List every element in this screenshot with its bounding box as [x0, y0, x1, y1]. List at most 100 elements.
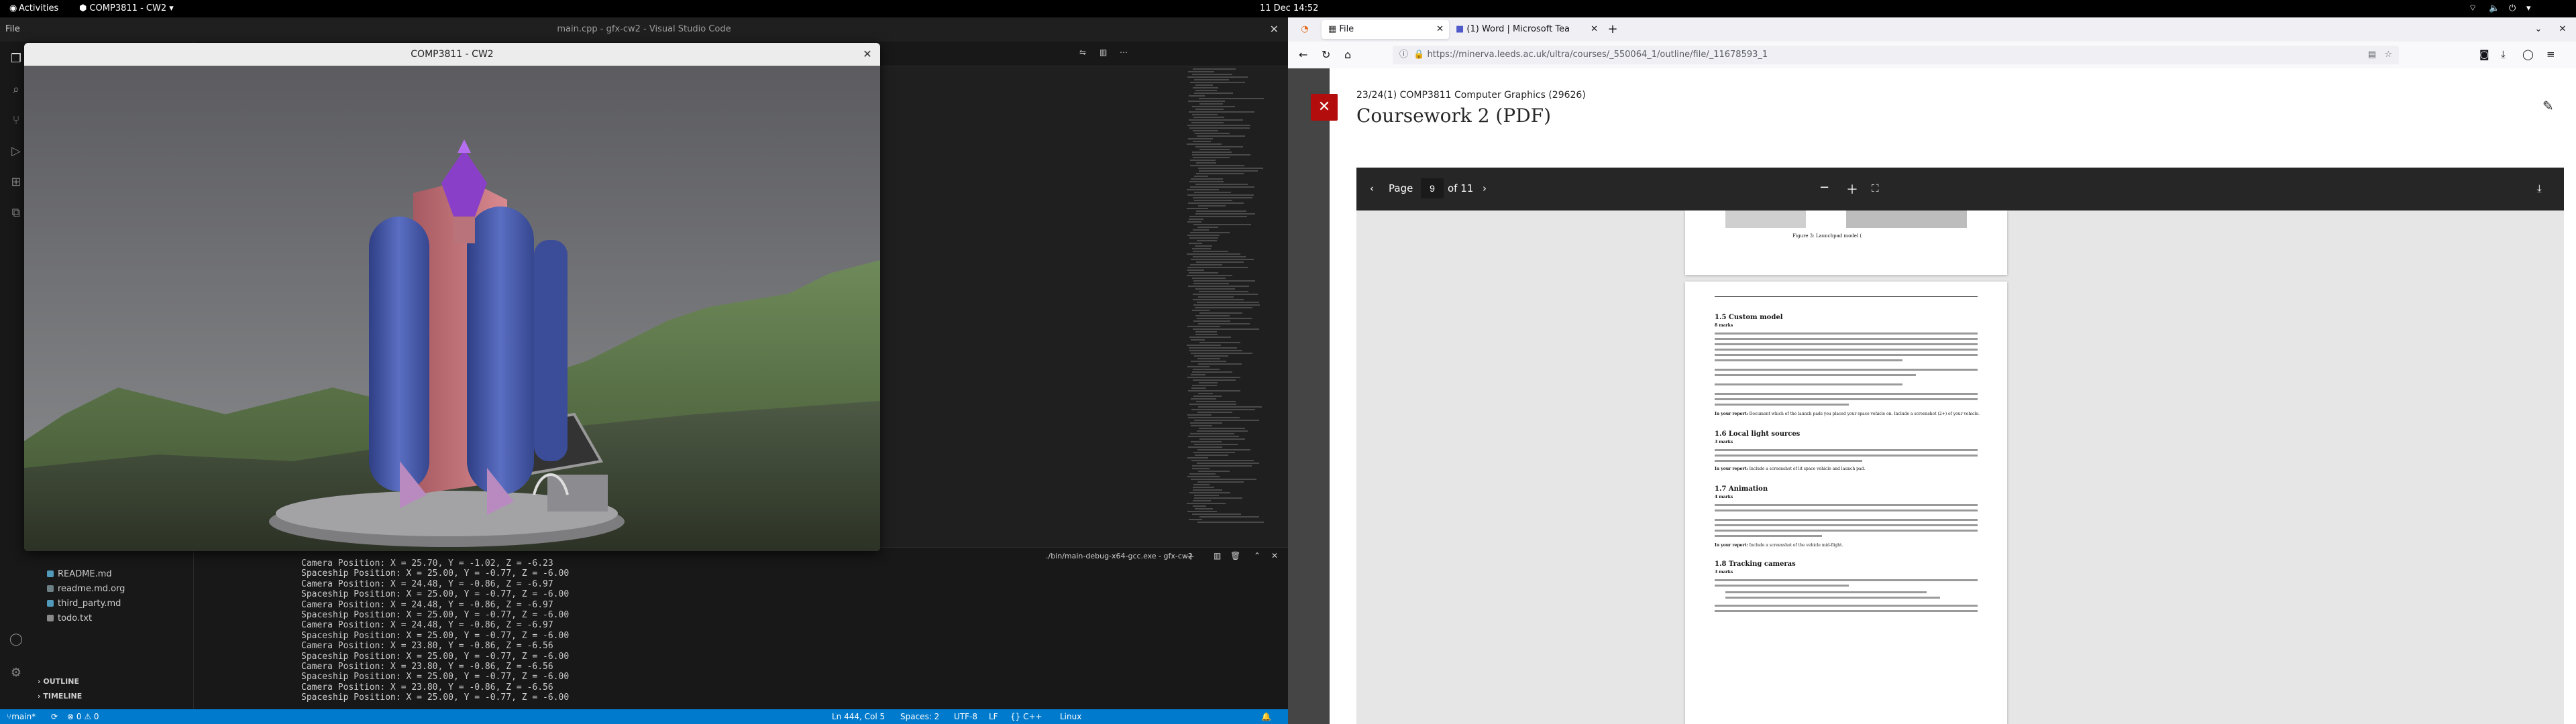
settings-gear-icon[interactable]: ⚙ — [8, 665, 24, 681]
opengl-titlebar[interactable]: COMP3811 - CW2 ✕ — [24, 43, 880, 66]
firefox-view-icon[interactable]: ◔ — [1293, 20, 1316, 39]
cursor-position[interactable]: Ln 444, Col 5 — [832, 709, 885, 724]
page-number-input[interactable] — [1421, 178, 1444, 198]
run-debug-icon[interactable]: ▷ — [8, 143, 24, 160]
download-pdf-icon[interactable]: ⤓ — [2537, 182, 2542, 194]
volume-icon[interactable]: 🔈 — [2489, 0, 2500, 17]
list-all-tabs-icon[interactable]: ⌄ — [2529, 20, 2548, 39]
extensions-icon[interactable]: ⊞ — [8, 174, 24, 190]
report-label: In your report: — [1715, 543, 1748, 548]
vscode-close-icon[interactable]: ✕ — [1270, 23, 1279, 36]
home-button[interactable]: ⌂ — [1344, 48, 1351, 61]
close-panel-icon[interactable]: ✕ — [1271, 551, 1278, 560]
app-menu-icon[interactable]: ≡ — [2546, 48, 2555, 60]
bookmark-star-icon[interactable]: ☆ — [2384, 46, 2392, 64]
more-actions-icon[interactable]: ⋯ — [1120, 48, 1128, 57]
text-line — [1715, 338, 1978, 340]
minimap-line — [1195, 331, 1217, 333]
rendered-3d-scene[interactable] — [24, 66, 880, 551]
minimap-line — [1189, 404, 1236, 405]
search-icon[interactable]: ⌕ — [8, 82, 24, 98]
split-editor-icon[interactable]: ⇋ — [1079, 48, 1086, 57]
terminal-line: Spaceship Position: X = 25.00, Y = -0.77… — [301, 692, 570, 703]
branch-status[interactable]: ⑂ main* — [7, 709, 36, 724]
minimap-line — [1187, 76, 1248, 78]
terminal-line: Camera Position: X = 24.48, Y = -0.86, Z… — [301, 620, 553, 631]
close-document-button[interactable]: ✕ — [1311, 94, 1338, 121]
tab-close-icon[interactable]: ✕ — [1436, 20, 1444, 39]
reader-view-icon[interactable]: ▤ — [2368, 46, 2376, 64]
remote-icon[interactable]: ⧉ — [8, 205, 24, 221]
terminal-output[interactable]: Camera Position: X = 25.70, Y = -1.02, Z… — [301, 558, 569, 703]
toggle-panel-icon[interactable]: ▥ — [1099, 48, 1107, 57]
window-close-icon[interactable]: ✕ — [2553, 20, 2572, 39]
minimap-line — [1187, 476, 1220, 477]
maximize-panel-icon[interactable]: ⌃ — [1254, 551, 1260, 560]
indentation-status[interactable]: Spaces: 2 — [900, 709, 939, 724]
next-page-icon[interactable]: › — [1483, 182, 1487, 194]
minimap-line — [1189, 95, 1205, 97]
minimap-line — [1189, 243, 1202, 244]
site-info-icon[interactable]: ⓘ — [1399, 50, 1411, 60]
app-menu[interactable]: ⬢ COMP3811 - CW2 ▾ — [79, 0, 174, 17]
minimap-line — [1191, 353, 1252, 354]
back-button[interactable]: ← — [1299, 48, 1307, 61]
pdf-viewer[interactable]: Figure 3: Launchpad model ( 1.5 Custom m… — [1356, 210, 2564, 724]
minimap-line — [1195, 146, 1243, 147]
file-third-party[interactable]: third_party.md — [47, 597, 121, 611]
minimap-line — [1192, 468, 1210, 469]
new-terminal-icon[interactable]: ＋ — [1187, 551, 1195, 562]
terminal-panel[interactable]: ./bin/main-debug-x64-gcc.exe - gfx-cw2 ＋… — [194, 547, 1288, 710]
kill-terminal-icon[interactable]: 🗑 — [1230, 551, 1240, 560]
opengl-close-icon[interactable]: ✕ — [861, 48, 873, 60]
timeline-section[interactable]: › TIMELINE — [38, 689, 82, 704]
pocket-icon[interactable]: ◙ — [2479, 48, 2489, 60]
language-status[interactable]: {} C++ — [1010, 709, 1042, 724]
sync-icon[interactable]: ⟳ — [51, 709, 58, 724]
clock[interactable]: 11 Dec 14:52 — [1260, 0, 1318, 17]
terminal-line: Spaceship Position: X = 25.00, Y = -0.77… — [301, 630, 570, 641]
fullscreen-icon[interactable]: ⛶ — [1872, 182, 1879, 194]
ai-assist-icon[interactable]: ✎ — [2542, 98, 2554, 114]
minimap-line — [1189, 219, 1203, 220]
file-readme[interactable]: README.md — [47, 567, 112, 582]
problems-status[interactable]: ⊗ 0 ⚠ 0 — [67, 709, 99, 724]
minimap[interactable] — [1187, 68, 1274, 538]
new-tab-button[interactable]: + — [1603, 20, 1622, 39]
minimap-line — [1190, 422, 1222, 424]
account-icon[interactable]: ◯ — [8, 631, 24, 648]
section-heading: 1.5 Custom model — [1715, 314, 1783, 321]
explorer-icon[interactable]: ❐ — [8, 51, 24, 67]
terminal-title[interactable]: ./bin/main-debug-x64-gcc.exe - gfx-cw2 — [1046, 552, 1193, 560]
notifications-bell-icon[interactable]: 🔔 — [1261, 709, 1271, 724]
outline-section[interactable]: › OUTLINE — [38, 674, 79, 689]
zoom-in-icon[interactable]: ＋ — [1846, 180, 1858, 198]
system-menu-arrow[interactable]: ▾ — [2526, 0, 2531, 17]
os-status[interactable]: Linux — [1060, 709, 1081, 724]
source-control-icon[interactable]: ⑂ — [8, 113, 24, 129]
eol-status[interactable]: LF — [989, 709, 998, 724]
app-menu-label: COMP3811 - CW2 ▾ — [89, 3, 174, 13]
file-todo[interactable]: todo.txt — [47, 611, 92, 626]
account-icon[interactable]: ◯ — [2522, 48, 2534, 60]
tab-close-icon[interactable]: ✕ — [1591, 20, 1598, 39]
reload-button[interactable]: ↻ — [1322, 48, 1330, 61]
file-readme-org[interactable]: readme.md.org — [47, 582, 125, 597]
tab-teams[interactable]: ■ (1) Word | Microsoft Tea ✕ — [1449, 20, 1603, 39]
encoding-status[interactable]: UTF-8 — [954, 709, 977, 724]
minimap-line — [1195, 184, 1248, 185]
opengl-window[interactable]: COMP3811 - CW2 ✕ — [24, 43, 880, 551]
zoom-out-icon[interactable]: − — [1819, 180, 1829, 194]
downloads-icon[interactable]: ⤓ — [2501, 48, 2506, 60]
minimap-line — [1199, 170, 1258, 172]
power-icon[interactable]: ⏻ — [2509, 0, 2516, 17]
split-terminal-icon[interactable]: ▥ — [1214, 551, 1221, 560]
url-bar[interactable]: ⓘ 🔒 https://minerva.leeds.ac.uk/ultra/co… — [1393, 46, 2399, 64]
fedora-logo-icon[interactable]: ◉ — [9, 0, 17, 17]
network-icon[interactable]: ⌔ — [2469, 0, 2477, 17]
tab-file[interactable]: ▦ File ✕ — [1322, 20, 1449, 39]
minimap-line — [1194, 192, 1231, 193]
section-marks: 8 marks — [1715, 323, 1733, 328]
activities-button[interactable]: Activities — [19, 0, 58, 17]
prev-page-icon[interactable]: ‹ — [1370, 182, 1374, 194]
